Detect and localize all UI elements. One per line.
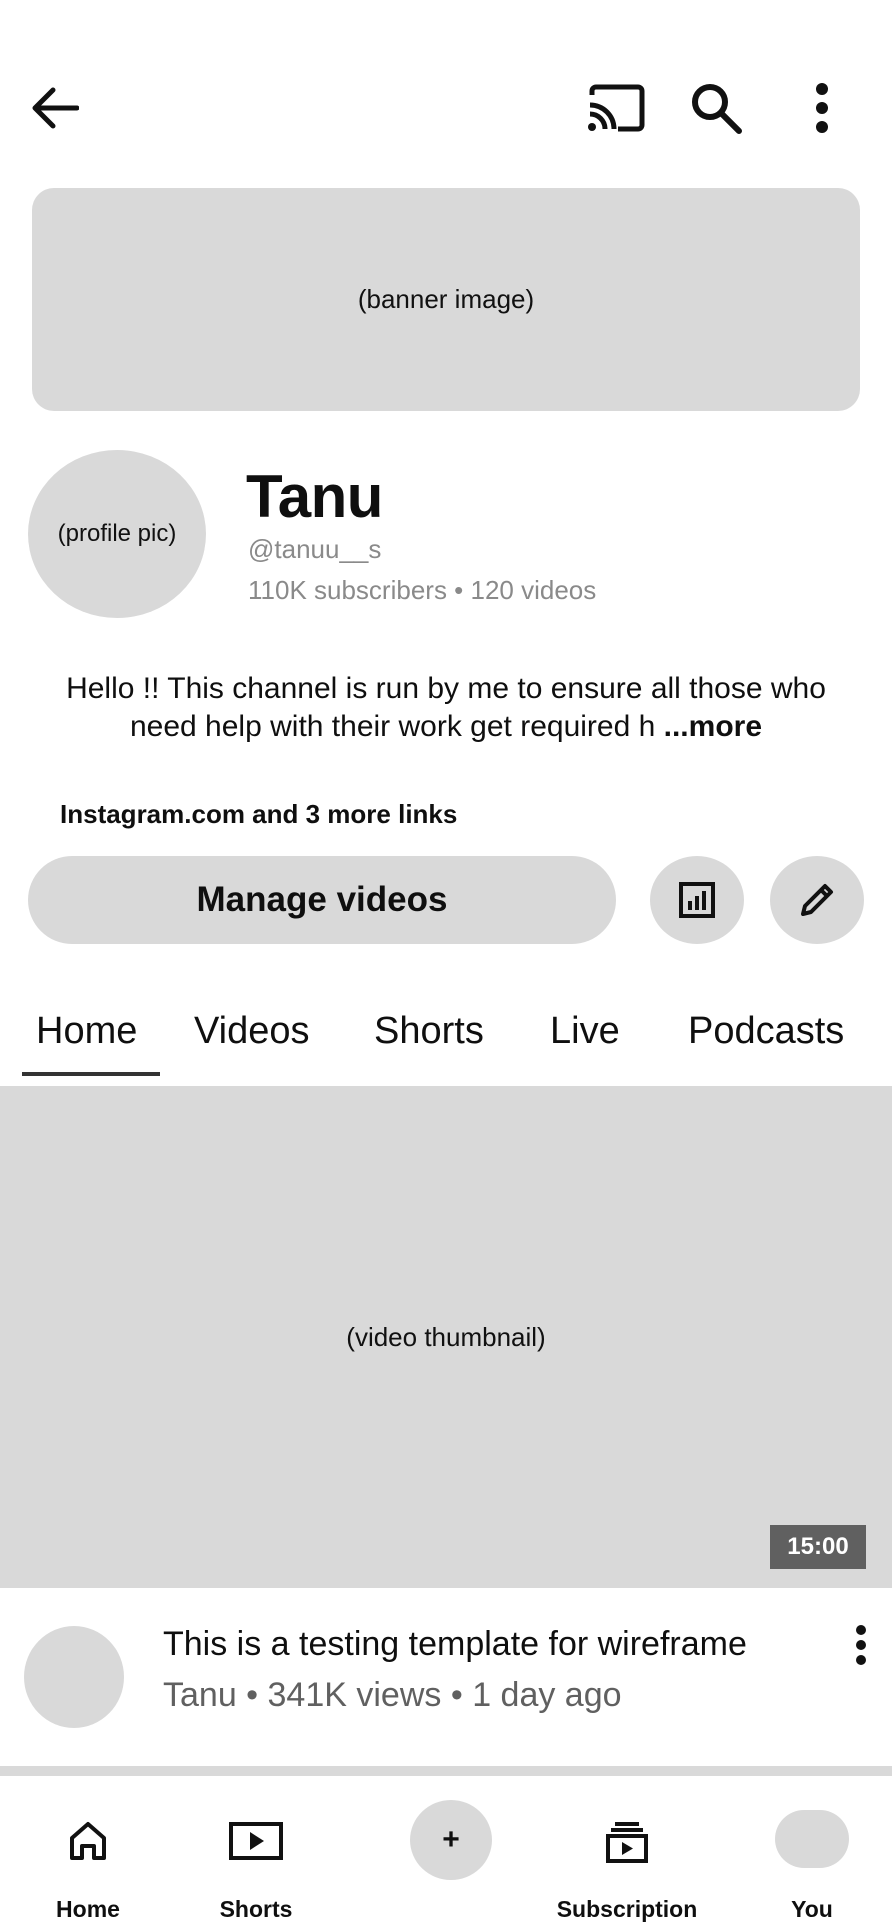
nav-you[interactable]: You xyxy=(772,1800,852,1922)
more-options-button[interactable] xyxy=(798,78,846,138)
tab-podcasts[interactable]: Podcasts xyxy=(688,1010,844,1053)
channel-handle: @tanuu__s xyxy=(248,534,382,564)
channel-avatar[interactable]: (profile pic) xyxy=(28,450,206,618)
search-icon xyxy=(692,84,742,134)
search-button[interactable] xyxy=(684,78,748,138)
nav-home-label: Home xyxy=(56,1896,120,1922)
channel-banner: (banner image) xyxy=(32,188,860,411)
shorts-play-icon xyxy=(229,1822,283,1860)
channel-stats: 110K subscribers • 120 videos xyxy=(248,575,597,605)
nav-shorts-label: Shorts xyxy=(219,1896,293,1922)
tab-live[interactable]: Live xyxy=(550,1010,620,1053)
tab-home[interactable]: Home xyxy=(36,1010,137,1053)
back-button[interactable] xyxy=(22,78,86,138)
section-divider xyxy=(0,1766,892,1776)
video-more-button[interactable] xyxy=(846,1620,876,1670)
active-tab-indicator xyxy=(22,1072,160,1076)
analytics-button[interactable] xyxy=(650,856,744,944)
home-icon xyxy=(70,1822,106,1860)
nav-subscription-label: Subscription xyxy=(556,1896,698,1922)
video-thumbnail[interactable]: (video thumbnail) xyxy=(0,1086,892,1588)
nav-you-label: You xyxy=(791,1896,833,1922)
user-avatar xyxy=(775,1810,849,1868)
channel-description[interactable]: Hello !! This channel is run by me to en… xyxy=(34,670,858,746)
subscriptions-icon xyxy=(606,1822,648,1863)
cast-icon xyxy=(588,84,645,132)
more-vert-icon xyxy=(856,1625,866,1665)
nav-create-button[interactable]: + xyxy=(410,1800,492,1880)
channel-name: Tanu xyxy=(246,463,383,530)
video-duration-badge: 15:00 xyxy=(770,1525,866,1569)
description-more-link[interactable]: ...more xyxy=(664,710,762,743)
tab-shorts[interactable]: Shorts xyxy=(374,1010,484,1053)
nav-shorts[interactable]: Shorts xyxy=(206,1800,306,1922)
edit-pencil-icon xyxy=(801,884,833,916)
nav-subscription[interactable]: Subscription xyxy=(552,1800,702,1922)
more-vert-icon xyxy=(816,83,828,133)
cast-button[interactable] xyxy=(582,78,650,138)
analytics-icon xyxy=(679,882,715,918)
channel-links[interactable]: Instagram.com and 3 more links xyxy=(60,799,457,830)
video-channel-avatar[interactable] xyxy=(24,1626,124,1728)
nav-home[interactable]: Home xyxy=(40,1800,136,1922)
video-title[interactable]: This is a testing template for wireframe xyxy=(163,1625,747,1664)
video-meta: Tanu • 341K views • 1 day ago xyxy=(163,1676,622,1714)
manage-videos-button[interactable]: Manage videos xyxy=(28,856,616,944)
back-arrow-icon xyxy=(32,87,79,129)
tab-videos[interactable]: Videos xyxy=(194,1010,310,1053)
edit-channel-button[interactable] xyxy=(770,856,864,944)
